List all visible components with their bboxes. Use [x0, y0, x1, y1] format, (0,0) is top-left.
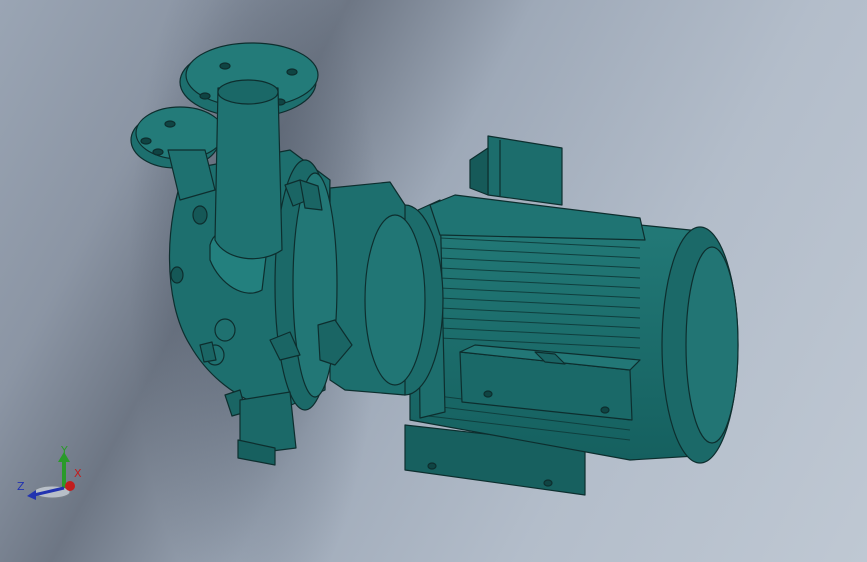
- pump-foot: [237, 391, 297, 466]
- y-axis-label: Y: [61, 444, 68, 457]
- pump-3d-model[interactable]: [0, 0, 867, 562]
- triad-axes-icon: [27, 452, 75, 500]
- z-axis-label: Z: [17, 480, 25, 493]
- motor-body: [409, 199, 739, 464]
- orientation-triad[interactable]: Y X Z: [14, 440, 94, 510]
- terminal-box: [429, 135, 646, 241]
- inlet-flange: [130, 106, 225, 201]
- x-axis-label: X: [74, 467, 82, 480]
- 3d-viewport[interactable]: Y X Z: [0, 0, 867, 562]
